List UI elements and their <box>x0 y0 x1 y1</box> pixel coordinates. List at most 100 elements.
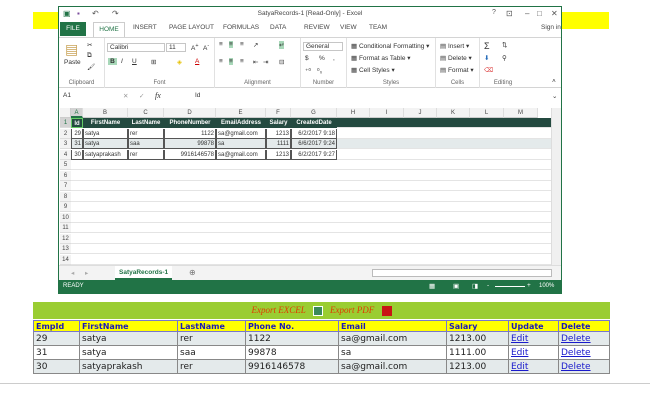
bottom-align-icon[interactable]: ≡ <box>240 41 244 48</box>
group-label: Number <box>312 80 335 86</box>
merge-center-icon[interactable]: ⊟ <box>279 58 284 66</box>
minimize-icon[interactable]: – <box>525 9 529 18</box>
delete-link[interactable]: Delete <box>561 348 591 358</box>
font-name-select[interactable]: Calibri <box>107 43 165 52</box>
page-break-view-icon[interactable]: ◨ <box>472 282 478 290</box>
cut-icon[interactable]: ✂ <box>87 41 92 49</box>
grow-font-icon[interactable]: A+ <box>191 43 199 52</box>
find-select-icon[interactable]: ⚲ <box>502 54 507 62</box>
fill-icon[interactable]: ⬇ <box>484 54 489 62</box>
bold-button[interactable]: B <box>108 58 117 65</box>
format-cells-button[interactable]: ▤ Format ▾ <box>440 66 474 74</box>
cell-phone: 1122 <box>245 331 339 346</box>
borders-icon[interactable]: ⊞ <box>151 58 156 66</box>
close-icon[interactable]: ✕ <box>551 9 558 18</box>
horizontal-scrollbar[interactable] <box>372 269 552 277</box>
sign-in-link[interactable]: Sign in <box>541 24 561 31</box>
autosum-icon[interactable]: Σ <box>484 41 490 51</box>
sheet-row <box>71 160 552 170</box>
delete-link[interactable]: Delete <box>561 362 591 372</box>
tab-data[interactable]: DATA <box>270 24 286 31</box>
tab-team[interactable]: TEAM <box>369 24 387 31</box>
wrap-text-icon[interactable]: ↵ <box>279 41 285 49</box>
ribbon-display-icon[interactable]: ⊡ <box>506 9 513 18</box>
zoom-out-icon[interactable]: - <box>487 282 489 289</box>
sheet-row <box>71 192 552 202</box>
tab-file[interactable]: FILE <box>60 22 86 36</box>
scroll-sheets-right-icon[interactable]: ▸ <box>85 269 88 277</box>
comma-button[interactable]: , <box>333 55 335 62</box>
increase-decimal-icon[interactable]: ⁺⁰ <box>305 67 311 75</box>
cancel-icon[interactable]: ✕ <box>123 92 128 100</box>
delete-cells-button[interactable]: ▤ Delete ▾ <box>440 54 472 62</box>
percent-button[interactable]: % <box>319 55 325 62</box>
edit-link[interactable]: Edit <box>511 362 528 372</box>
cell-first: satyaprakash <box>79 359 178 374</box>
excel-file-icon[interactable] <box>312 305 323 316</box>
cell-styles-button[interactable]: ▦ Cell Styles ▾ <box>351 66 395 74</box>
format-painter-icon[interactable]: 🖌 <box>87 63 95 71</box>
tab-formulas[interactable]: FORMULAS <box>223 24 259 31</box>
clear-icon[interactable]: ⌫ <box>484 66 493 74</box>
paste-button[interactable]: Paste <box>64 59 81 66</box>
export-excel-link[interactable]: Export EXCEL <box>251 305 305 315</box>
tab-insert[interactable]: INSERT <box>133 24 157 31</box>
collapse-ribbon-icon[interactable]: ˄ <box>552 78 556 85</box>
align-right-icon[interactable]: ≡ <box>240 58 244 65</box>
font-color-icon[interactable]: A <box>195 58 199 65</box>
new-sheet-icon[interactable]: ⊕ <box>189 268 196 277</box>
align-left-icon[interactable]: ≡ <box>219 58 223 65</box>
number-format-select[interactable]: General <box>303 42 343 51</box>
font-size-select[interactable]: 11 <box>166 43 186 52</box>
tab-page-layout[interactable]: PAGE LAYOUT <box>169 24 214 31</box>
format-as-table-button[interactable]: ▦ Format as Table ▾ <box>351 54 411 62</box>
middle-align-icon[interactable]: ≡ <box>229 41 233 48</box>
shrink-font-icon[interactable]: A- <box>203 43 209 52</box>
cell-last: saa <box>177 345 246 360</box>
maximize-icon[interactable]: □ <box>537 9 542 18</box>
help-icon[interactable]: ? <box>492 9 496 16</box>
tab-home[interactable]: HOME <box>93 22 125 37</box>
scroll-sheets-left-icon[interactable]: ◂ <box>71 269 74 277</box>
tab-view[interactable]: VIEW <box>340 24 357 31</box>
column-header: B <box>83 108 128 118</box>
sort-filter-icon[interactable]: ⇅ <box>502 41 507 49</box>
export-pdf-link[interactable]: Export PDF <box>330 305 374 315</box>
orientation-icon[interactable]: ↗ <box>253 41 258 49</box>
zoom-in-icon[interactable]: + <box>527 282 531 289</box>
tab-review[interactable]: REVIEW <box>304 24 330 31</box>
underline-button[interactable]: U <box>132 58 137 65</box>
currency-button[interactable]: $ <box>305 55 309 62</box>
expand-formula-icon[interactable]: ⌄ <box>552 92 557 100</box>
copy-icon[interactable]: ⧉ <box>87 52 92 60</box>
delete-link[interactable]: Delete <box>561 334 591 344</box>
italic-button[interactable]: I <box>121 58 123 65</box>
data-cell: sa@gmail.com <box>216 128 266 139</box>
name-box[interactable]: A1 <box>61 92 111 101</box>
cell-edit: Edit <box>508 331 559 346</box>
normal-view-icon[interactable]: ▦ <box>429 282 435 290</box>
increase-indent-icon[interactable]: ⇥ <box>263 58 268 66</box>
top-align-icon[interactable]: ≡ <box>219 41 223 48</box>
insert-cells-button[interactable]: ▤ Insert ▾ <box>440 42 469 50</box>
worksheet-grid[interactable]: A B C D E F G H I J K L M 1 2 3 4 5 6 7 8 9 10 11 12 13 14 Id FirstN… <box>60 108 552 265</box>
row-header: 3 <box>60 139 71 149</box>
conditional-formatting-button[interactable]: ▦ Conditional Formatting ▾ <box>351 42 429 50</box>
insert-function-button[interactable]: fx <box>155 91 161 100</box>
sheet-tab-satyarecords[interactable]: SatyaRecords-1 <box>115 266 173 280</box>
pdf-file-icon[interactable] <box>381 305 392 316</box>
paste-icon[interactable]: ▤ <box>65 41 78 58</box>
decrease-decimal-icon[interactable]: ⁰₀ <box>317 67 322 75</box>
data-cell: rer <box>128 149 164 160</box>
edit-link[interactable]: Edit <box>511 348 528 358</box>
fill-color-icon[interactable]: ◈ <box>177 58 182 66</box>
page-layout-view-icon[interactable]: ▣ <box>453 282 459 290</box>
decrease-indent-icon[interactable]: ⇤ <box>253 58 258 66</box>
zoom-slider[interactable] <box>495 286 525 287</box>
formula-input[interactable]: Id <box>195 92 200 99</box>
zoom-level[interactable]: 100% <box>539 283 554 289</box>
vertical-scrollbar[interactable] <box>551 108 561 265</box>
edit-link[interactable]: Edit <box>511 334 528 344</box>
enter-icon[interactable]: ✓ <box>139 92 144 100</box>
align-center-icon[interactable]: ≡ <box>229 58 233 65</box>
